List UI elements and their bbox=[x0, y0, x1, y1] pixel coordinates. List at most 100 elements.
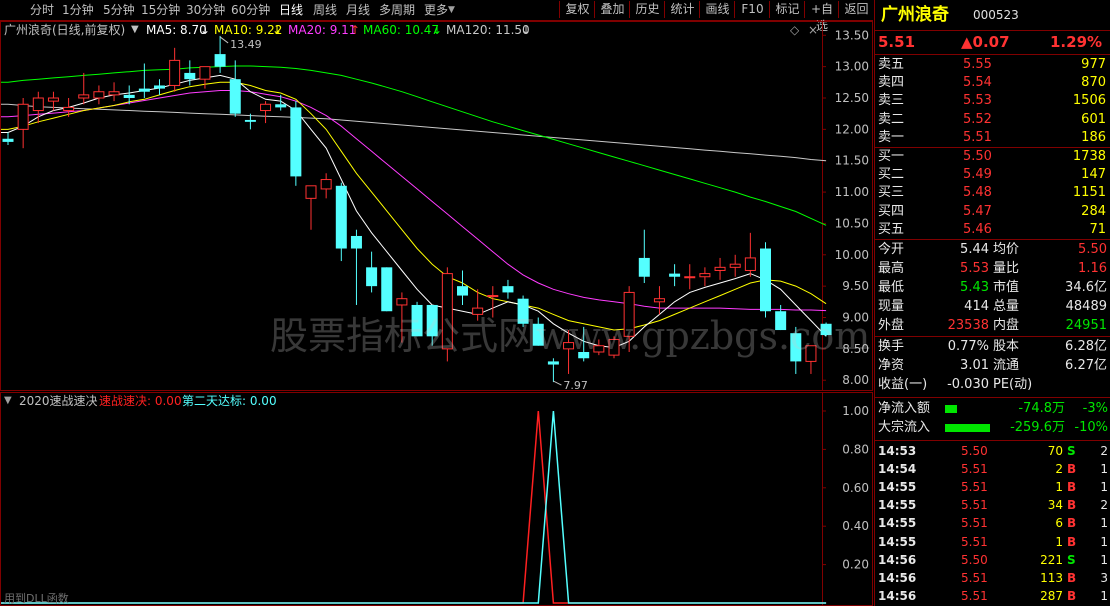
stock-code: 000523 bbox=[973, 8, 1019, 22]
y-tick-label: 8.50 bbox=[842, 342, 869, 356]
y-tick-label: 9.50 bbox=[842, 279, 869, 293]
tick-row: 14:55 5.51 1 B 1 bbox=[875, 533, 1110, 551]
bid-label: 买一 bbox=[878, 149, 905, 164]
toolbar-action-0[interactable]: 复权 bbox=[559, 1, 595, 18]
tick-price: 5.51 bbox=[961, 534, 988, 549]
sub-y-tick-label: 1.00 bbox=[842, 404, 869, 418]
ask-label: 卖二 bbox=[878, 111, 905, 127]
sub-y-tick-label: 0.40 bbox=[842, 519, 869, 533]
bid-row[interactable]: 买五 5.46 71 bbox=[875, 221, 1110, 239]
tick-time: 14:53 bbox=[878, 444, 917, 458]
bid-row[interactable]: 买三 5.48 1151 bbox=[875, 184, 1110, 202]
candle bbox=[350, 229, 362, 305]
ask-row[interactable]: 卖四 5.54 870 bbox=[875, 74, 1110, 92]
ask-volume: 977 bbox=[1081, 57, 1106, 72]
tick-row: 14:56 5.50 221 S 1 bbox=[875, 551, 1110, 569]
period-tab-3[interactable]: 15分钟 bbox=[141, 2, 180, 18]
ma120-line bbox=[1, 103, 827, 162]
ask-volume: 601 bbox=[1081, 111, 1106, 127]
candle bbox=[775, 304, 787, 331]
bid-row[interactable]: 买一 5.50 1738 bbox=[875, 148, 1110, 166]
toolbar-action-1[interactable]: 叠加 bbox=[594, 1, 630, 18]
tick-side: B bbox=[1067, 516, 1077, 531]
flow-label: 大宗流入 bbox=[878, 420, 931, 435]
stat-row: 现量 414 总量 48489 bbox=[875, 298, 1110, 316]
candle bbox=[457, 270, 468, 305]
stat-value: 5.53 bbox=[960, 261, 989, 276]
toolbar-action-2[interactable]: 历史 bbox=[629, 1, 665, 18]
bid-row[interactable]: 买四 5.47 284 bbox=[875, 203, 1110, 221]
tick-side: B bbox=[1067, 498, 1077, 513]
stock-header: 广州浪奇 000523 bbox=[875, 4, 1110, 26]
ma60-legend: MA60: 10.47 bbox=[363, 23, 440, 37]
tick-time: 14:55 bbox=[878, 534, 917, 549]
tick-volume: 6 bbox=[1055, 516, 1063, 531]
y-tick-label: 12.00 bbox=[835, 122, 869, 136]
flow-bar bbox=[945, 424, 990, 432]
period-tab-0[interactable]: 分时 bbox=[30, 2, 54, 18]
tick-count: 1 bbox=[1100, 588, 1108, 603]
bid-row[interactable]: 买二 5.49 147 bbox=[875, 166, 1110, 184]
bid-label: 买三 bbox=[878, 185, 905, 201]
candle bbox=[154, 79, 165, 95]
period-tab-7[interactable]: 周线 bbox=[313, 2, 337, 18]
candle bbox=[669, 264, 681, 287]
period-tab-1[interactable]: 1分钟 bbox=[62, 2, 94, 18]
tick-side: B bbox=[1067, 570, 1077, 585]
toolbar-action-8[interactable]: 返回 bbox=[838, 1, 874, 18]
toolbar-action-6[interactable]: 标记 bbox=[769, 1, 805, 18]
stat-label: 最低 bbox=[878, 280, 905, 295]
ma60-arrow-icon: ↓ bbox=[432, 23, 443, 37]
toolbar-action-4[interactable]: 画线 bbox=[699, 1, 735, 18]
period-tab-10[interactable]: 更多 bbox=[424, 2, 448, 18]
candle bbox=[138, 63, 150, 99]
toolbar-action-3[interactable]: 统计 bbox=[664, 1, 700, 18]
bid-label: 买二 bbox=[878, 167, 905, 183]
tick-volume: 2 bbox=[1055, 462, 1063, 477]
candle bbox=[305, 185, 317, 230]
toolbar-action-5[interactable]: F10 bbox=[734, 1, 770, 18]
ask-label: 卖四 bbox=[878, 75, 905, 91]
candle bbox=[93, 85, 105, 105]
kline-chart[interactable]: 13.50 13.00 12.50 12.00 11.50 11.00 10.50 10.00… bbox=[0, 21, 873, 391]
stat-label: 内盘 bbox=[993, 318, 1020, 333]
tick-price: 5.51 bbox=[961, 570, 988, 585]
stat-value: 5.43 bbox=[960, 280, 989, 295]
stat-value: 5.50 bbox=[1078, 242, 1107, 257]
stat-label: 总量 bbox=[993, 299, 1020, 314]
more-dropdown-icon[interactable]: ▼ bbox=[448, 2, 455, 18]
period-tab-9[interactable]: 多周期 bbox=[379, 2, 415, 18]
sub-y-tick-label: 0.20 bbox=[842, 558, 869, 572]
period-tab-4[interactable]: 30分钟 bbox=[186, 2, 225, 18]
close-icon[interactable]: × bbox=[808, 23, 818, 37]
svg-text:7.97: 7.97 bbox=[563, 379, 588, 391]
tick-count: 1 bbox=[1100, 534, 1108, 549]
period-tab-8[interactable]: 月线 bbox=[346, 2, 370, 18]
ask-row[interactable]: 卖三 5.53 1506 bbox=[875, 92, 1110, 110]
ask-price: 5.54 bbox=[963, 75, 992, 91]
candle bbox=[275, 94, 287, 111]
ask-price: 5.51 bbox=[963, 129, 992, 145]
period-tab-5[interactable]: 60分钟 bbox=[231, 2, 270, 18]
stat-value: 34.6亿 bbox=[1065, 280, 1107, 295]
indicator-chart[interactable]: 1.00 0.80 0.60 0.40 0.20 bbox=[0, 392, 873, 606]
flow-pct: -3% bbox=[1082, 401, 1108, 416]
tick-row: 14:54 5.51 2 B 1 bbox=[875, 460, 1110, 478]
legend-collapse-icon[interactable]: ▼ bbox=[131, 23, 139, 37]
expand-icon[interactable]: ◇ bbox=[790, 23, 799, 37]
indicator-collapse-icon[interactable]: ▼ bbox=[4, 394, 12, 408]
period-tab-2[interactable]: 5分钟 bbox=[103, 2, 135, 18]
flow-value: -259.6万 bbox=[1010, 420, 1065, 435]
ask-row[interactable]: 卖一 5.51 186 bbox=[875, 129, 1110, 147]
candle bbox=[17, 98, 29, 149]
stat2-row: 换手 0.77% 股本 6.28亿 bbox=[875, 338, 1110, 356]
bid-volume: 1738 bbox=[1072, 149, 1106, 164]
toolbar-action-7[interactable]: +自选 bbox=[804, 1, 839, 33]
tick-row: 14:56 5.51 113 B 3 bbox=[875, 569, 1110, 587]
bid-label: 买四 bbox=[878, 203, 905, 219]
ask-row[interactable]: 卖二 5.52 601 bbox=[875, 111, 1110, 129]
ask-price: 5.55 bbox=[963, 57, 992, 72]
ask-row[interactable]: 卖五 5.55 977 bbox=[875, 56, 1110, 74]
period-tab-6[interactable]: 日线 bbox=[279, 2, 303, 18]
stat-value: 1.16 bbox=[1078, 261, 1107, 276]
